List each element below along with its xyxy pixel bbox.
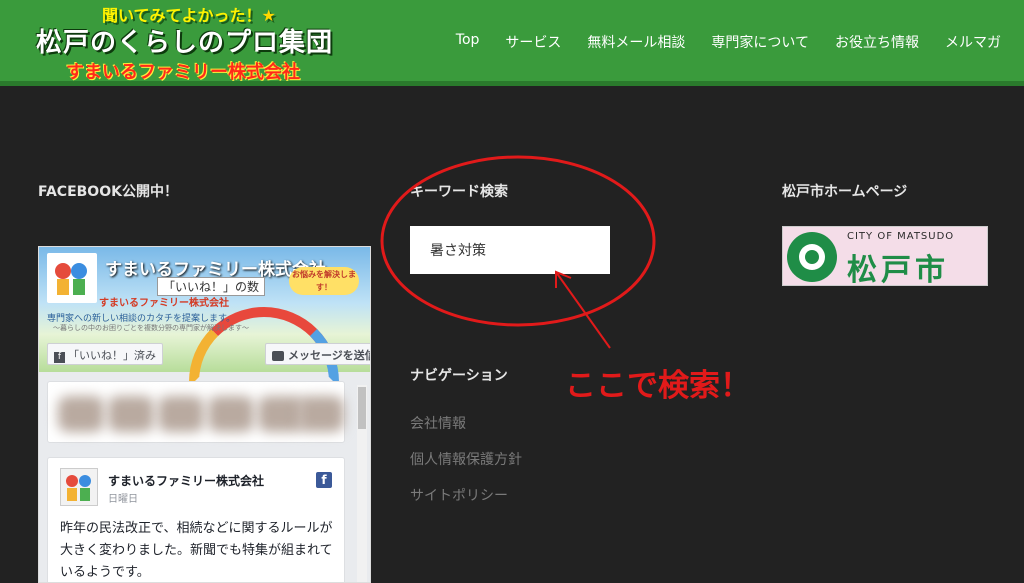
annotation-label: ここで検索！ [565,368,751,404]
nav-useful-info[interactable]: お役立ち情報 [822,32,932,52]
logo-company-name: すまいるファミリー株式会社 [66,62,300,83]
cover-company-name: すまいるファミリー株式会社 [99,298,229,309]
matsudo-homepage-title: 松戸市ホームページ [782,184,908,200]
mascot-icon [55,263,87,295]
post-author-avatar[interactable] [60,468,98,506]
nav-free-mail-consult[interactable]: 無料メール相談 [574,32,698,52]
blurred-avatar [158,396,204,432]
main-nav: Top サービス 無料メール相談 専門家について お役立ち情報 メルマガ [443,32,1014,52]
facebook-scrollbar[interactable] [357,385,367,582]
nav-about-experts[interactable]: 専門家について [698,32,822,52]
keyword-search-input[interactable] [410,226,610,274]
nav-newsletter[interactable]: メルマガ [932,32,1014,52]
keyword-search-title: キーワード検索 [410,184,508,200]
link-site-policy[interactable]: サイトポリシー [410,485,508,505]
facebook-send-message-button[interactable]: メッセージを送信 [265,343,370,365]
navigation-title: ナビゲーション [410,368,508,384]
cover-subtagline: 〜暮らしの中のお困りごとを複数分野の専門家が解決します〜 [53,324,249,332]
matsudo-english-name: CITY OF MATSUDO [847,231,955,242]
blurred-avatar [108,396,154,432]
blurred-avatar [208,396,254,432]
facebook-post[interactable]: すまいるファミリー株式会社 日曜日 f 昨年の民法改正で、相続などに関するルール… [47,457,345,582]
blurred-avatar [58,396,104,432]
site-header: 聞いてみてよかった！★ 松戸のくらしのプロ集団 すまいるファミリー株式会社 To… [0,0,1024,86]
facebook-page-widget[interactable]: すまいるファミリー株式会社 「いいね！」の数 お悩みを解決します！ すまいるファ… [38,246,371,583]
matsudo-city-banner[interactable]: CITY OF MATSUDO 松戸市 [782,226,988,286]
matsudo-japanese-name: 松戸市 [847,253,949,286]
matsudo-emblem-icon [787,232,837,282]
post-date[interactable]: 日曜日 [108,490,138,505]
nav-services[interactable]: サービス [492,32,574,52]
annotation-arrow-line [555,271,611,349]
mascot-icon [66,475,91,501]
speech-bubble: お悩みを解決します！ [289,267,359,295]
facebook-section-title: FACEBOOK公開中！ [38,184,178,200]
facebook-page-avatar[interactable] [47,253,97,303]
nav-top[interactable]: Top [443,32,493,52]
blurred-avatar [298,396,344,432]
facebook-logo-icon[interactable]: f [316,472,332,488]
site-logo[interactable]: 聞いてみてよかった！★ 松戸のくらしのプロ集団 すまいるファミリー株式会社 [30,0,334,84]
post-body-text: 昨年の民法改正で、相続などに関するルールが大きく変わりました。新聞でも特集が組ま… [60,521,333,580]
post-author-name[interactable]: すまいるファミリー株式会社 [108,472,264,489]
link-company-info[interactable]: 会社情報 [410,413,466,433]
scrollbar-thumb[interactable] [358,387,366,429]
facebook-friends-strip [47,381,345,443]
facebook-liked-button[interactable]: f 「いいね！」済み [47,343,163,365]
logo-main-title: 松戸のくらしのプロ集団 [36,28,334,58]
facebook-cover-image[interactable]: すまいるファミリー株式会社 「いいね！」の数 お悩みを解決します！ すまいるファ… [39,247,370,387]
link-privacy-policy[interactable]: 個人情報保護方針 [410,449,522,469]
facebook-icon: f [54,352,65,363]
message-icon [272,351,284,361]
annotation-arrow-head [555,270,572,288]
